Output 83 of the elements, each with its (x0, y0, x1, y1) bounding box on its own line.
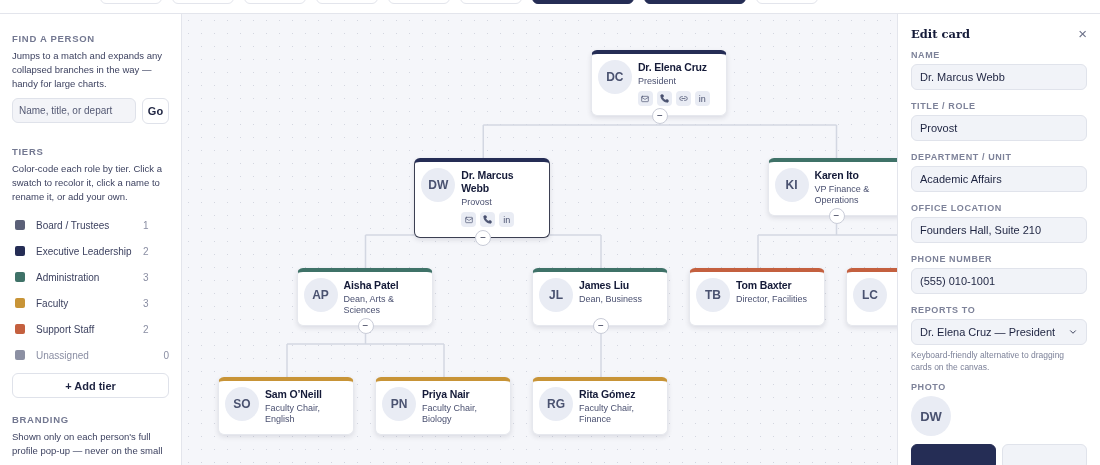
person-title: Dean, Business (579, 294, 643, 305)
person-card[interactable]: TB Tom Baxter Director, Facilities (689, 268, 825, 326)
tier-swatch[interactable] (15, 350, 25, 360)
tier-count: 1 (143, 219, 150, 231)
person-card[interactable]: RG Rita Gómez Faculty Chair, Finance (532, 377, 668, 435)
tier-name[interactable]: Faculty (36, 297, 143, 309)
tier-swatch[interactable] (15, 246, 25, 256)
person-card[interactable]: SO Sam O’Neill Faculty Chair, English (218, 377, 354, 435)
tier-count: 0 (162, 349, 169, 361)
person-title: Dean, Arts & Sciences (343, 294, 396, 316)
collapse-toggle[interactable]: − (475, 230, 492, 246)
avatar: TB (696, 278, 730, 312)
tier-swatch[interactable] (15, 272, 25, 282)
avatar: KI (774, 168, 809, 202)
person-name: Dr. Marcus Webb (461, 169, 515, 195)
person-name: Rita Gómez (579, 388, 637, 401)
person-title: President (637, 76, 677, 87)
avatar: LC (853, 278, 887, 312)
panel-title: Edit card (911, 26, 971, 41)
phone-icon[interactable] (656, 91, 672, 106)
person-card[interactable]: LC (846, 268, 897, 326)
tier-count: 3 (143, 271, 150, 283)
input-field[interactable]: Academic Affairs (911, 166, 1087, 192)
person-name: Dr. Elena Cruz (637, 61, 708, 74)
photo-avatar: DW (911, 396, 951, 436)
section-heading: FIND A PERSON (12, 33, 96, 44)
field-label: TITLE / ROLE (911, 101, 977, 111)
person-title: Faculty Chair, English (265, 403, 322, 425)
linkedin-link[interactable]: in (694, 91, 710, 106)
chevron-down-icon (1068, 327, 1078, 337)
section-heading: BRANDING (12, 414, 70, 425)
tier-count: 2 (143, 323, 150, 335)
field-label: OFFICE LOCATION (911, 203, 1003, 213)
search-field[interactable]: Name, title, or depart (12, 98, 136, 123)
field-label: NAME (911, 50, 941, 60)
person-title: Provost (461, 197, 493, 208)
field-label: DEPARTMENT / UNIT (911, 152, 1013, 162)
person-title: VP Finance & Operations (814, 184, 871, 206)
avatar: PN (382, 387, 416, 421)
field-label: PHOTO (911, 382, 947, 392)
field-label: PHONE NUMBER (911, 254, 994, 264)
tier-swatch[interactable] (15, 324, 25, 334)
go-button[interactable]: Go (142, 98, 169, 124)
avatar: JL (539, 278, 573, 312)
avatar: AP (303, 278, 338, 312)
reports-to-select[interactable]: Dr. Elena Cruz — President (911, 319, 1087, 345)
phone-icon[interactable] (480, 212, 496, 227)
input-field[interactable]: Dr. Marcus Webb (911, 64, 1087, 90)
tier-name[interactable]: Administration (36, 271, 143, 283)
linkedin-link[interactable]: in (499, 212, 515, 227)
add-tier-button[interactable]: + Add tier (12, 373, 169, 398)
tier-swatch[interactable] (15, 220, 25, 230)
person-name: Aisha Patel (343, 279, 400, 292)
person-title: Faculty Chair, Biology (422, 403, 479, 425)
tier-name[interactable]: Executive Leadership (36, 245, 143, 257)
tier-count: 3 (143, 297, 150, 309)
person-name: Karen Ito (814, 169, 860, 182)
tier-swatch[interactable] (15, 298, 25, 308)
field-hint: Keyboard-friendly alternative to dragging cards on the canvas. (911, 349, 1066, 373)
section-description: Color-code each role by tier. Click a swatch to recolor it, click a name to rename it, or add your own. (12, 162, 163, 204)
section-description: Shown only on each person's full profile pop-up — never on the small (12, 430, 164, 458)
close-button[interactable]: × (1078, 26, 1087, 41)
field-label: REPORTS TO (911, 305, 977, 315)
person-card[interactable]: PN Priya Nair Faculty Chair, Biology (375, 377, 511, 435)
tier-name[interactable]: Board / Trustees (36, 219, 143, 231)
collapse-toggle[interactable]: − (593, 318, 609, 334)
person-name: Priya Nair (422, 388, 471, 401)
person-name: Tom Baxter (736, 279, 793, 292)
section-heading: TIERS (12, 146, 45, 157)
person-name: James Liu (579, 279, 630, 292)
input-field[interactable]: Provost (911, 115, 1087, 141)
avatar: DC (597, 60, 632, 94)
avatar: DW (421, 168, 456, 202)
person-title: Faculty Chair, Finance (579, 403, 636, 425)
avatar: RG (539, 387, 573, 421)
tier-name[interactable]: Support Staff (36, 323, 143, 335)
input-field[interactable]: Founders Hall, Suite 210 (911, 217, 1087, 243)
section-description: Jumps to a match and expands any collapsed branches in the way — handy for large charts. (12, 49, 163, 91)
input-field[interactable]: (555) 010-1001 (911, 268, 1087, 294)
person-name: Sam O’Neill (265, 388, 323, 401)
tier-count: 2 (143, 245, 150, 257)
person-title: Director, Facilities (736, 294, 807, 305)
avatar: SO (225, 387, 259, 421)
